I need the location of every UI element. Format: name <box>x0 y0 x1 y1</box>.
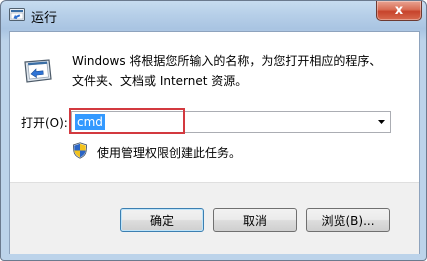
browse-button[interactable]: 浏览(B)... <box>306 208 390 232</box>
ok-button[interactable]: 确定 <box>120 208 204 232</box>
window-title: 运行 <box>31 11 58 26</box>
highlight-box <box>69 108 185 134</box>
cancel-button[interactable]: 取消 <box>213 208 297 232</box>
dialog-body: Windows 将根据您所输入的名称，为您打开相应的程序、 文件夹、文档或 In… <box>9 31 420 254</box>
admin-note: 使用管理权限创建此任务。 <box>97 146 242 160</box>
close-icon: x <box>394 3 404 18</box>
description: Windows 将根据您所输入的名称，为您打开相应的程序、 文件夹、文档或 In… <box>72 51 392 91</box>
uac-shield-icon <box>72 142 88 159</box>
chevron-down-icon[interactable] <box>377 117 386 127</box>
run-dialog: 运行 x Windows 将根据您所输入的名称，为您打开相应的程序、 文件夹、文… <box>0 0 427 261</box>
run-icon <box>24 59 52 83</box>
description-line-1: Windows 将根据您所输入的名称，为您打开相应的程序、 <box>72 54 382 68</box>
run-icon <box>9 8 25 21</box>
title-bar[interactable]: 运行 x <box>1 1 426 31</box>
close-button[interactable]: x <box>376 1 422 21</box>
open-label: 打开(O): <box>21 116 68 130</box>
description-line-2: 文件夹、文档或 Internet 资源。 <box>72 74 248 88</box>
